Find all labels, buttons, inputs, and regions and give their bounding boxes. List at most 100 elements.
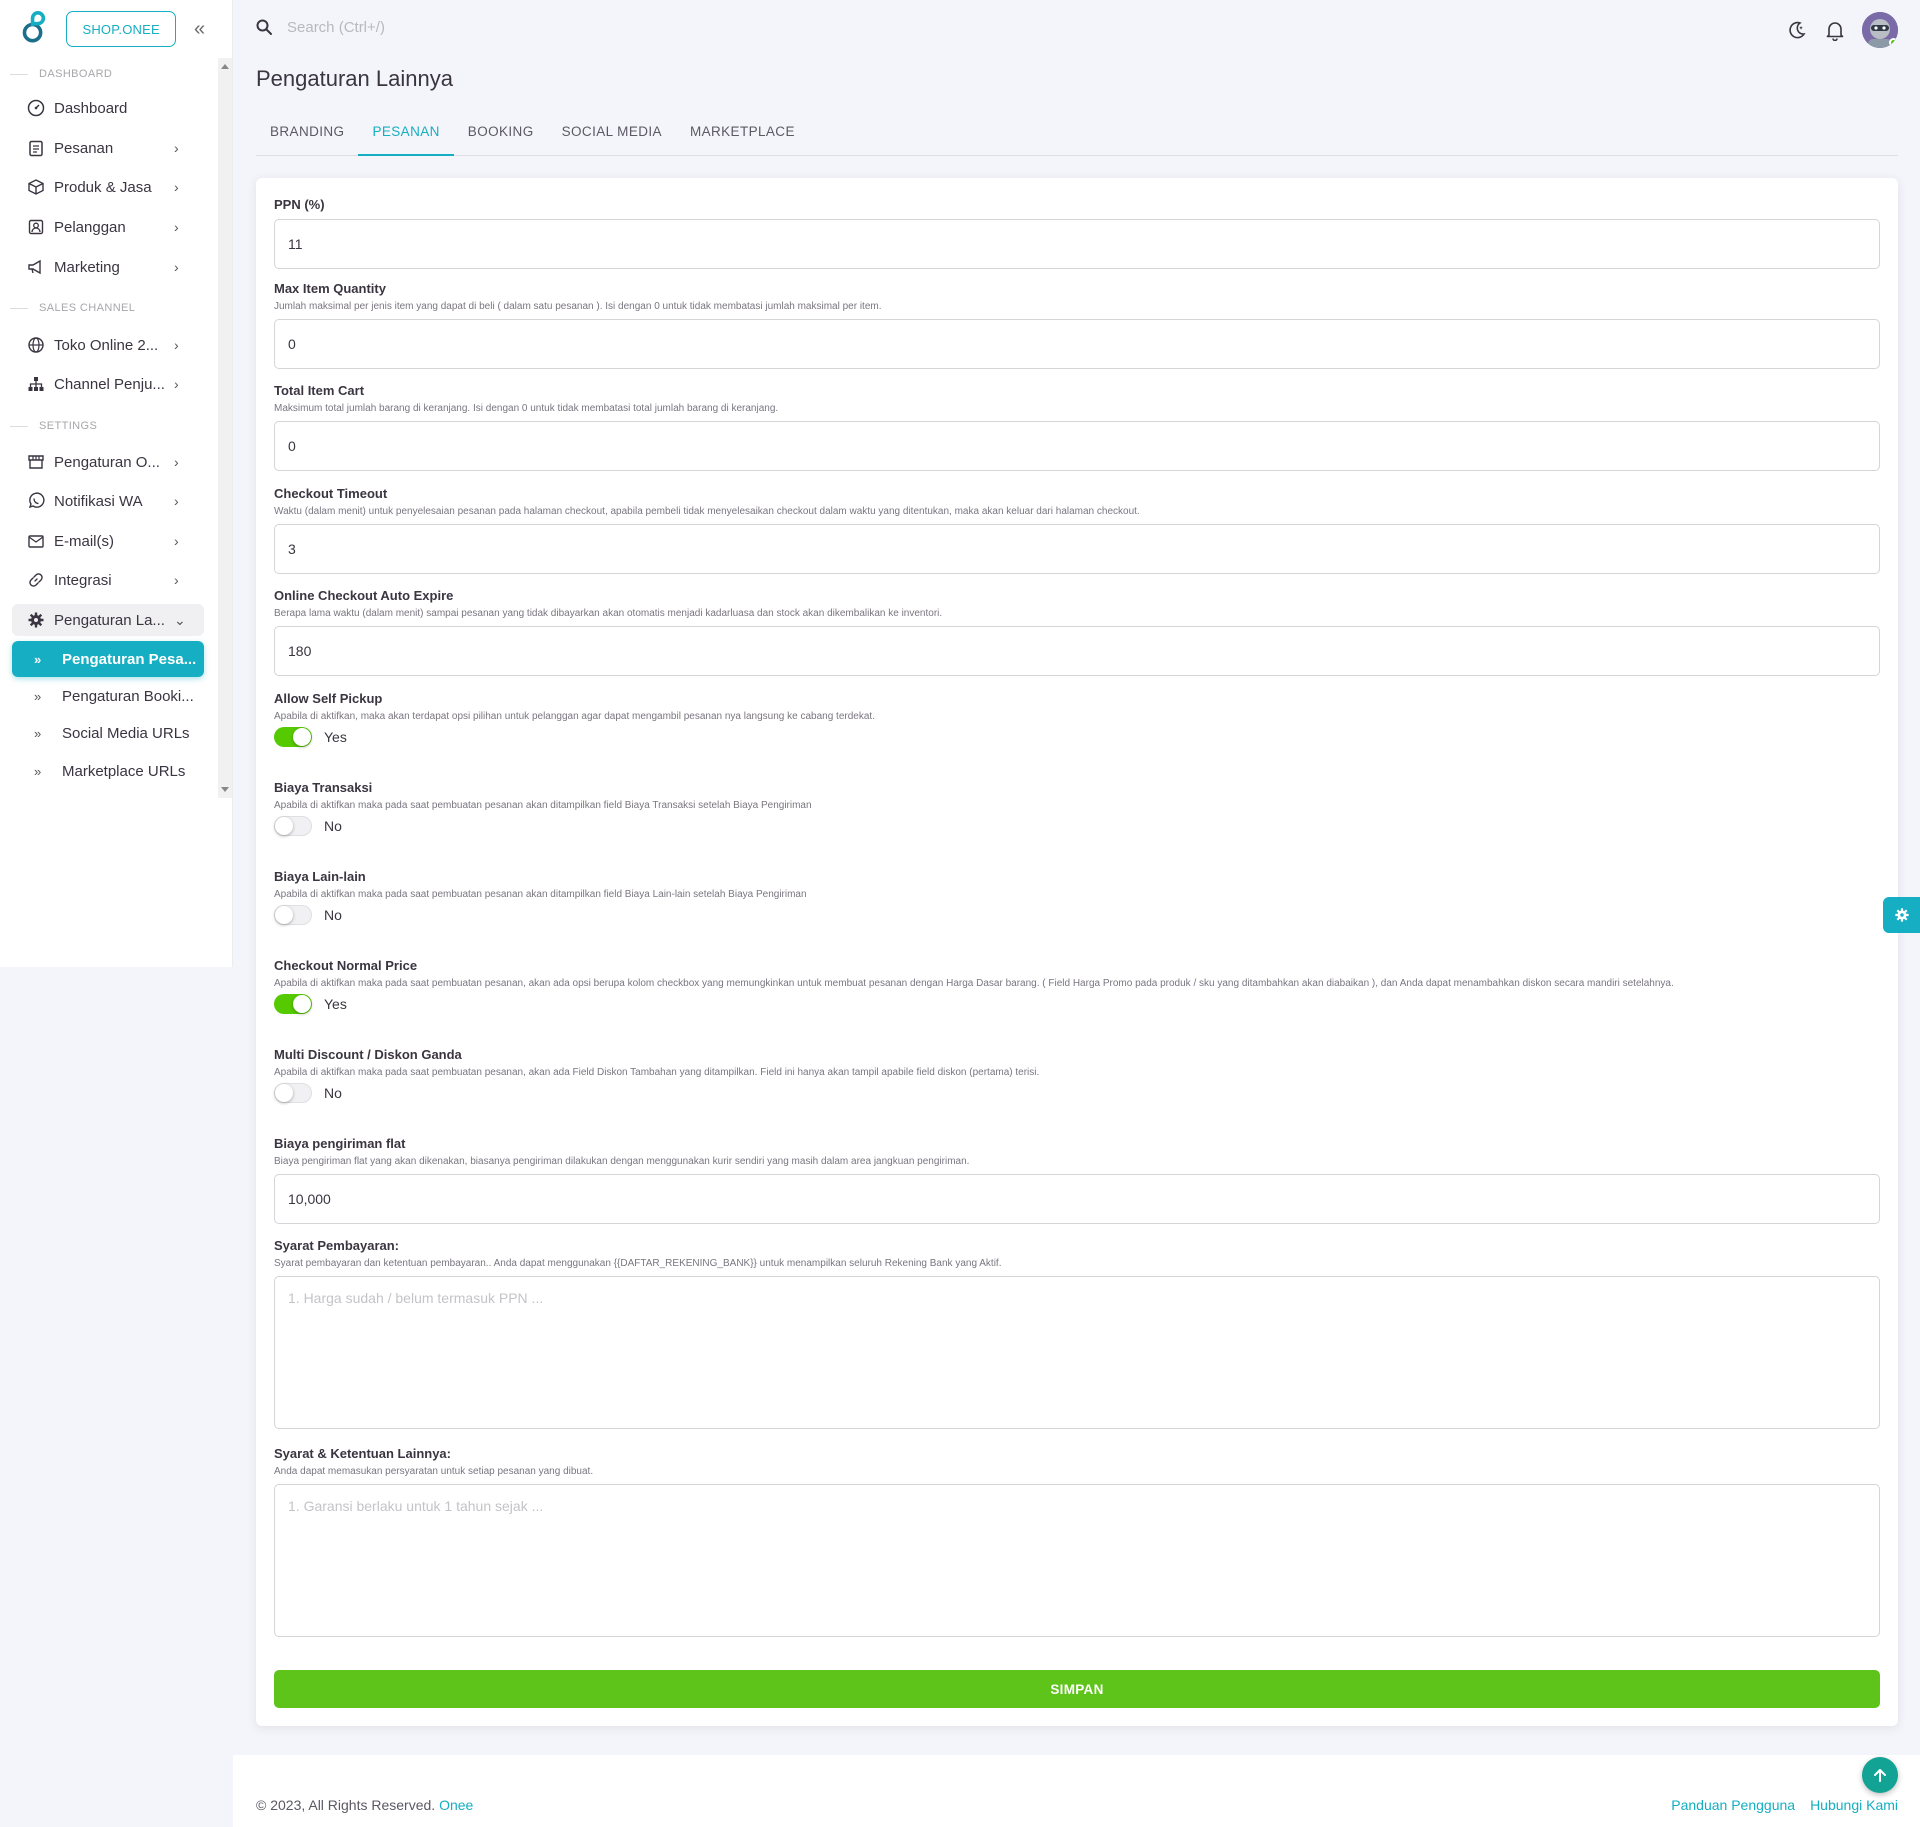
section-sales-channel: SALES CHANNEL <box>10 294 135 322</box>
sidebar-item-pengaturan-lainnya[interactable]: Pengaturan La... ⌄ <box>12 604 204 636</box>
multi-discount-field: Multi Discount / Diskon Ganda Apabila di… <box>274 1047 1880 1103</box>
onee-link[interactable]: Onee <box>439 1797 473 1813</box>
footer-link-panduan[interactable]: Panduan Pengguna <box>1671 1797 1795 1813</box>
tab-social-media[interactable]: SOCIAL MEDIA <box>548 118 676 156</box>
sidebar-item-toko-online[interactable]: Toko Online 2... › <box>12 329 204 361</box>
flat-shipping-input[interactable]: 10,000 <box>274 1174 1880 1224</box>
online-status-dot <box>1889 38 1898 47</box>
search-bar[interactable]: Search (Ctrl+/) <box>255 18 385 36</box>
settings-tabs: BRANDING PESANAN BOOKING SOCIAL MEDIA MA… <box>256 118 1898 156</box>
scroll-to-top-button[interactable] <box>1862 1757 1898 1793</box>
sidebar: SHOP.ONEE « DASHBOARD Dashboard Pesanan … <box>0 0 233 967</box>
theme-customizer-button[interactable] <box>1883 897 1920 933</box>
biaya-transaksi-toggle-row: No <box>274 816 1880 836</box>
max-item-field: Max Item Quantity Jumlah maksimal per je… <box>274 281 1880 369</box>
biaya-lain-label: Biaya Lain-lain <box>274 869 366 884</box>
biaya-transaksi-label: Biaya Transaksi <box>274 780 373 795</box>
self-pickup-label: Allow Self Pickup <box>274 691 383 706</box>
sidebar-item-marketing[interactable]: Marketing › <box>12 251 204 283</box>
double-chevron-icon: » <box>34 651 42 667</box>
sidebar-item-pelanggan[interactable]: Pelanggan › <box>12 211 204 243</box>
sidebar-item-dashboard[interactable]: Dashboard <box>12 92 204 124</box>
page-title: Pengaturan Lainnya <box>256 66 453 91</box>
globe-icon <box>26 335 46 355</box>
save-button[interactable]: SIMPAN <box>274 1670 1880 1708</box>
sidebar-subitem-label: Marketplace URLs <box>62 762 186 780</box>
tab-pesanan[interactable]: PESANAN <box>358 118 454 156</box>
payment-terms-textarea[interactable]: 1. Harga sudah / belum termasuk PPN ... <box>274 1276 1880 1429</box>
biaya-lain-state: No <box>324 907 342 923</box>
user-avatar[interactable] <box>1862 12 1898 48</box>
top-actions <box>1786 12 1898 48</box>
sidebar-item-pengaturan-outlet[interactable]: Pengaturan O... › <box>12 446 204 478</box>
sidebar-item-integrasi[interactable]: Integrasi › <box>12 564 204 596</box>
dark-mode-moon-icon[interactable] <box>1786 19 1808 41</box>
normal-price-toggle[interactable] <box>274 994 312 1014</box>
normal-price-field: Checkout Normal Price Apabila di aktifka… <box>274 958 1880 1014</box>
pesanan-settings-card: PPN (%) 11 Max Item Quantity Jumlah maks… <box>256 178 1898 1726</box>
payment-terms-field: Syarat Pembayaran: Syarat pembayaran dan… <box>274 1238 1880 1429</box>
multi-discount-state: No <box>324 1085 342 1101</box>
link-icon <box>26 570 46 590</box>
sidebar-subitem-social-media-urls[interactable]: » Social Media URLs <box>12 715 204 751</box>
chevron-right-icon: › <box>174 337 179 353</box>
sidebar-subitem-marketplace-urls[interactable]: » Marketplace URLs <box>12 753 204 789</box>
biaya-lain-field: Biaya Lain-lain Apabila di aktifkan maka… <box>274 869 1880 925</box>
notification-bell-icon[interactable] <box>1824 19 1846 41</box>
checkout-timeout-help: Waktu (dalam menit) untuk penyelesaian p… <box>274 506 1140 517</box>
sidebar-item-emails[interactable]: E-mail(s) › <box>12 525 204 557</box>
multi-discount-toggle[interactable] <box>274 1083 312 1103</box>
total-cart-input[interactable]: 0 <box>274 421 1880 471</box>
toggle-knob <box>275 1084 293 1102</box>
sidebar-subitem-pengaturan-pesanan[interactable]: » Pengaturan Pesa... <box>12 641 204 677</box>
scroll-up-arrow-icon[interactable] <box>221 64 229 69</box>
sidebar-item-pesanan[interactable]: Pesanan › <box>12 132 204 164</box>
copyright-text: © 2023, All Rights Reserved. <box>256 1797 440 1813</box>
tab-marketplace[interactable]: MARKETPLACE <box>676 118 809 156</box>
dashboard-icon <box>26 98 46 118</box>
normal-price-help: Apabila di aktifkan maka pada saat pembu… <box>274 978 1674 989</box>
sidebar-item-label: Dashboard <box>54 99 128 117</box>
sidebar-subitem-label: Social Media URLs <box>62 724 190 742</box>
other-terms-textarea[interactable]: 1. Garansi berlaku untuk 1 tahun sejak .… <box>274 1484 1880 1637</box>
self-pickup-field: Allow Self Pickup Apabila di aktifkan, m… <box>274 691 1880 747</box>
chevron-right-icon: › <box>174 259 179 275</box>
scroll-down-arrow-icon[interactable] <box>221 787 229 792</box>
biaya-transaksi-toggle[interactable] <box>274 816 312 836</box>
other-terms-field: Syarat & Ketentuan Lainnya: Anda dapat m… <box>274 1446 1880 1637</box>
biaya-lain-help: Apabila di aktifkan maka pada saat pembu… <box>274 889 807 900</box>
section-label: SALES CHANNEL <box>39 302 136 314</box>
footer-link-hubungi[interactable]: Hubungi Kami <box>1810 1797 1898 1813</box>
biaya-lain-toggle[interactable] <box>274 905 312 925</box>
shop-switcher-button[interactable]: SHOP.ONEE <box>66 11 177 47</box>
contact-icon <box>26 217 46 237</box>
mail-icon <box>26 531 46 551</box>
search-placeholder[interactable]: Search (Ctrl+/) <box>287 19 385 36</box>
sidebar-subitem-pengaturan-booking[interactable]: » Pengaturan Booki... <box>12 678 204 714</box>
auto-expire-input[interactable]: 180 <box>274 626 1880 676</box>
tab-branding[interactable]: BRANDING <box>256 118 358 156</box>
store-icon <box>26 452 46 472</box>
max-item-input[interactable]: 0 <box>274 319 1880 369</box>
onee-logo[interactable] <box>20 11 52 47</box>
chevron-right-icon: › <box>174 454 179 470</box>
sidebar-item-label: Integrasi <box>54 571 112 589</box>
sidebar-item-notifikasi-wa[interactable]: Notifikasi WA › <box>12 485 204 517</box>
sidebar-item-label: Pengaturan O... <box>54 453 160 471</box>
tab-booking[interactable]: BOOKING <box>454 118 548 156</box>
chevron-right-icon: › <box>174 376 179 392</box>
self-pickup-toggle[interactable] <box>274 727 312 747</box>
checkout-timeout-input[interactable]: 3 <box>274 524 1880 574</box>
auto-expire-field: Online Checkout Auto Expire Berapa lama … <box>274 588 1880 676</box>
sidebar-item-produk[interactable]: Produk & Jasa › <box>12 171 204 203</box>
section-settings: SETTINGS <box>10 412 97 440</box>
other-terms-label: Syarat & Ketentuan Lainnya: <box>274 1446 451 1461</box>
ppn-input[interactable]: 11 <box>274 219 1880 269</box>
max-item-label: Max Item Quantity <box>274 281 386 296</box>
collapse-sidebar-icon[interactable]: « <box>194 19 212 39</box>
sidebar-scrollbar[interactable] <box>218 58 232 798</box>
sidebar-item-label: E-mail(s) <box>54 532 114 550</box>
chevron-right-icon: › <box>174 219 179 235</box>
double-chevron-icon: » <box>34 763 42 779</box>
sidebar-item-channel-penjualan[interactable]: Channel Penju... › <box>12 368 204 400</box>
